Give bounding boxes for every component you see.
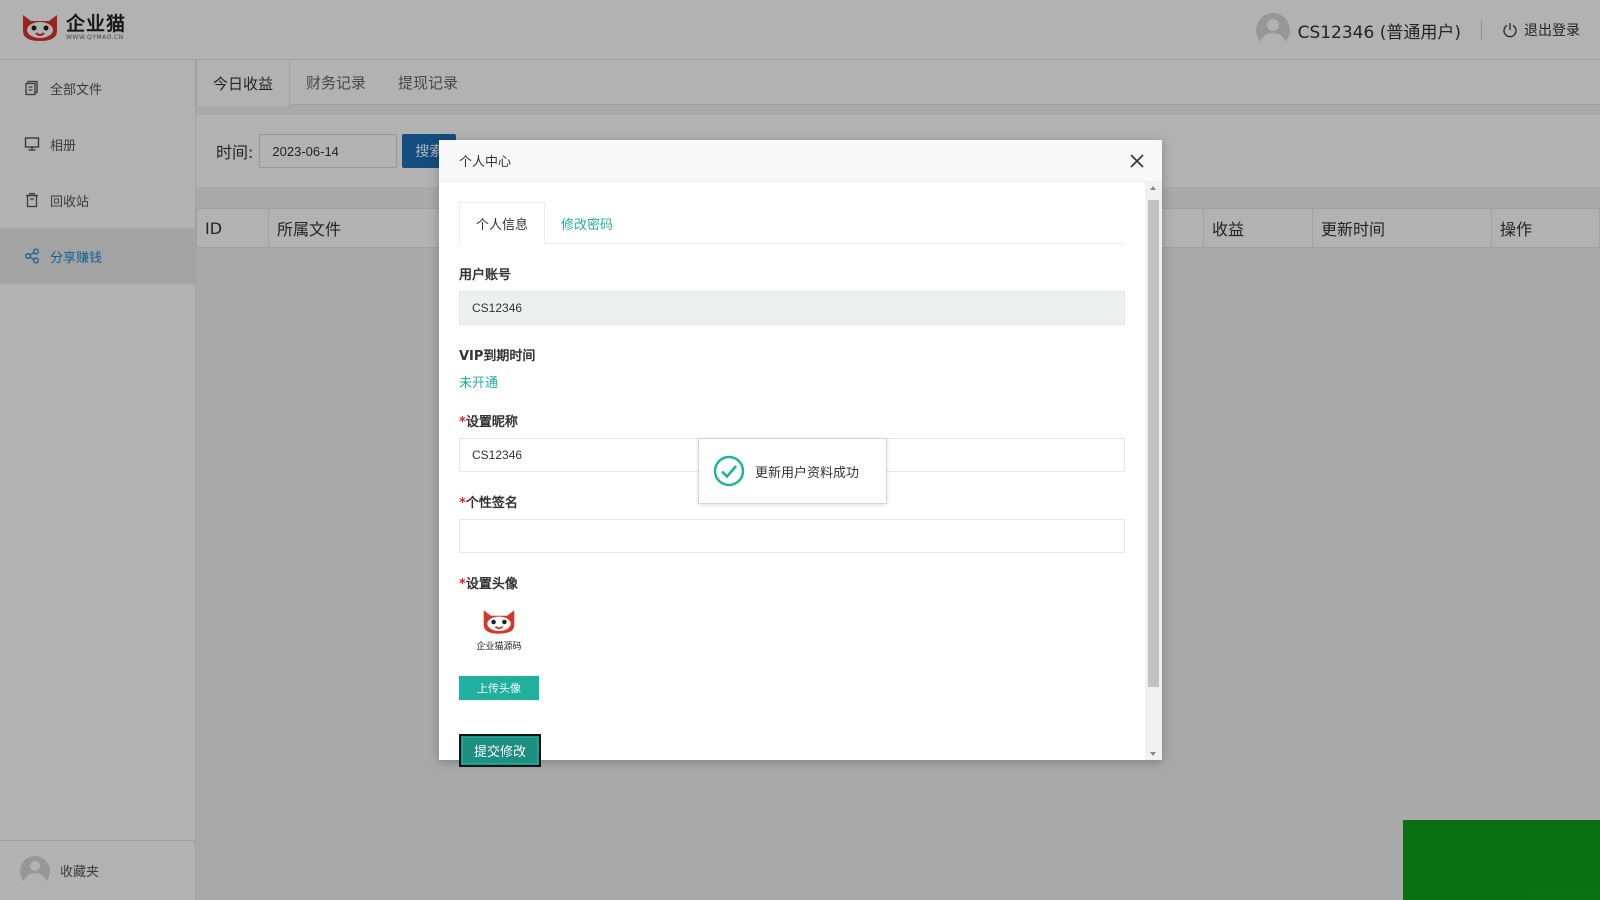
signature-label-text: 个性签名 <box>465 496 518 511</box>
success-toast: 更新用户资料成功 <box>698 438 887 504</box>
scroll-thumb[interactable] <box>1148 200 1159 687</box>
required-mark: * <box>459 496 466 511</box>
toast-message: 更新用户资料成功 <box>755 465 860 481</box>
upload-avatar-button[interactable]: 上传头像 <box>459 676 539 700</box>
required-mark: * <box>459 577 466 592</box>
account-label: 用户账号 <box>459 268 512 283</box>
modal-title: 个人中心 <box>459 155 512 170</box>
avatar-preview: 企业猫源码 <box>459 606 539 666</box>
cat-logo-icon <box>483 610 515 634</box>
close-icon[interactable] <box>1128 152 1146 170</box>
modal-tabs: 个人信息 修改密码 <box>459 202 1125 245</box>
account-field[interactable] <box>459 291 1125 325</box>
vip-expiry-value: 未开通 <box>459 376 499 391</box>
signature-field[interactable] <box>459 519 1125 553</box>
avatar-label: *设置头像 <box>459 573 1124 592</box>
tab-change-password[interactable]: 修改密码 <box>545 202 629 244</box>
vip-expiry-label: VIP到期时间 <box>459 349 536 364</box>
nickname-label-text: 设置昵称 <box>465 415 518 430</box>
scroll-up-arrow-icon[interactable] <box>1150 186 1156 190</box>
check-circle-icon <box>713 455 745 487</box>
modal-header: 个人中心 <box>439 140 1162 182</box>
tab-personal-info[interactable]: 个人信息 <box>459 202 546 245</box>
scroll-down-arrow-icon[interactable] <box>1150 752 1156 756</box>
nickname-label: *设置昵称 <box>459 411 1124 430</box>
avatar-caption: 企业猫源码 <box>476 642 522 652</box>
submit-changes-button[interactable]: 提交修改 <box>459 734 541 767</box>
modal-scrollbar[interactable] <box>1145 182 1162 760</box>
avatar-label-text: 设置头像 <box>465 577 518 592</box>
required-mark: * <box>459 415 466 430</box>
